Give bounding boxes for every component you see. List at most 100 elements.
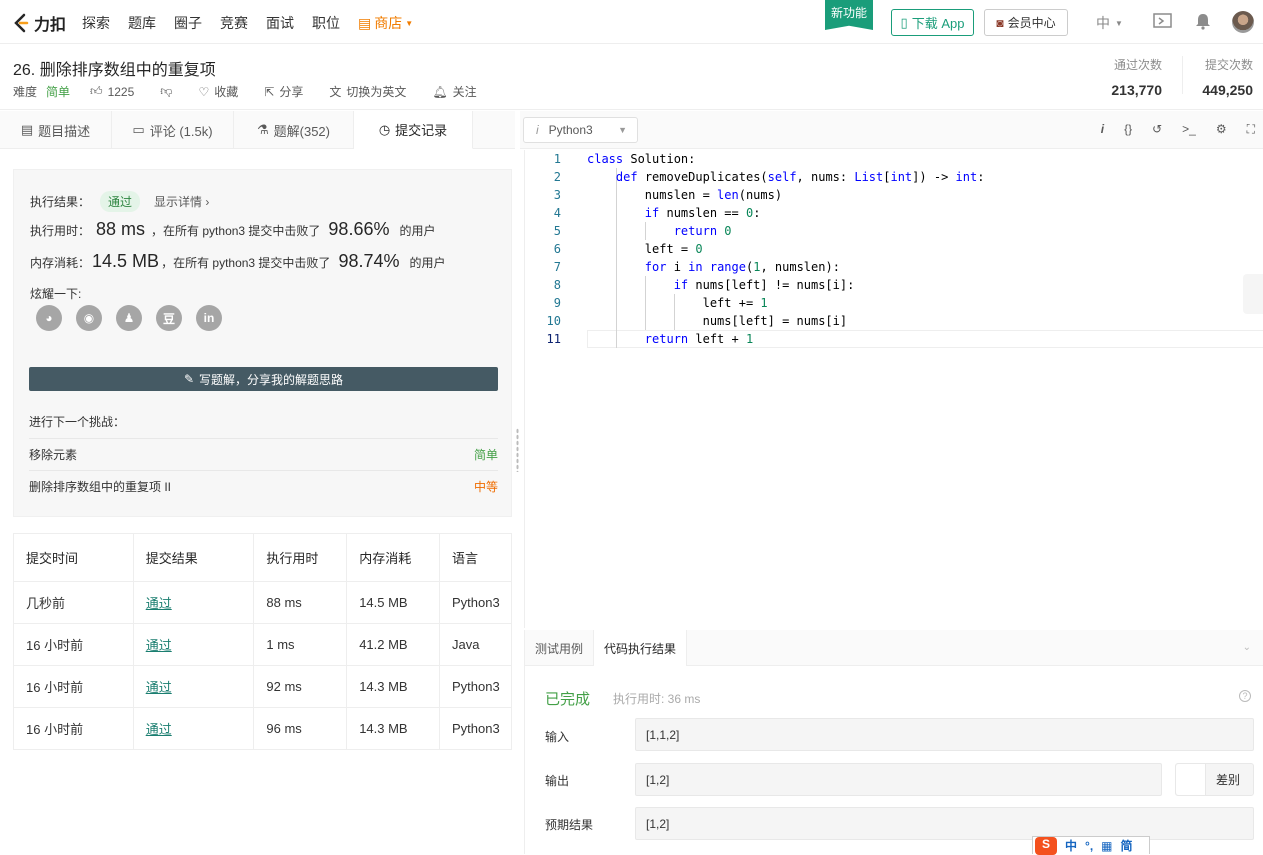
tab-solutions[interactable]: ⚗ 题解(352) bbox=[234, 111, 354, 149]
write-solution-button[interactable]: ✎ 写题解，分享我的解题思路 bbox=[29, 367, 498, 391]
linkedin-icon[interactable]: in bbox=[196, 305, 222, 331]
next-challenge-label: 进行下一个挑战： bbox=[29, 415, 126, 429]
like-button[interactable]: 👍︎ 1225 bbox=[90, 84, 134, 99]
result-label: 执行结果： bbox=[30, 195, 91, 209]
pane-resize-handle[interactable] bbox=[516, 428, 519, 472]
tab-label: 评论 (1.5k) bbox=[149, 123, 213, 139]
favorite-label: 收藏 bbox=[214, 85, 239, 99]
share-button[interactable]: ⇱ 分享 bbox=[264, 83, 303, 100]
runtime-text: ，在所有 python3 提交中击败了 bbox=[151, 224, 321, 238]
code-line[interactable]: 4 if numslen == 0: bbox=[525, 204, 1263, 222]
switch-english-button[interactable]: 文 切换为英文 bbox=[329, 83, 406, 100]
code-text: left = 0 bbox=[587, 242, 703, 256]
ime-simplified: 简 bbox=[1120, 839, 1133, 853]
braces-icon[interactable]: {} bbox=[1124, 122, 1132, 137]
language-switcher[interactable]: 中 ▼ bbox=[1096, 13, 1123, 33]
help-icon[interactable]: ? bbox=[1239, 690, 1251, 702]
input-label: 输入 bbox=[545, 730, 570, 744]
submissions-label: 提交次数 bbox=[1204, 58, 1253, 72]
wechat-icon[interactable]: ◕ bbox=[36, 305, 62, 331]
nav-store[interactable]: ▤ 商店 ▼ bbox=[358, 13, 413, 33]
playground-icon[interactable] bbox=[1153, 12, 1173, 30]
line-number: 3 bbox=[553, 188, 561, 202]
member-center-button[interactable]: ◙ 会员中心 bbox=[984, 9, 1068, 36]
code-line[interactable]: 5 return 0 bbox=[525, 222, 1263, 240]
info-icon[interactable]: i bbox=[1101, 122, 1104, 137]
next-challenge-item[interactable]: 移除元素 简单 bbox=[29, 438, 498, 470]
input-value: [1,1,2] bbox=[635, 718, 1254, 751]
nav-interview[interactable]: 面试 bbox=[266, 13, 294, 33]
code-line[interactable]: 2 def removeDuplicates(self, nums: List[… bbox=[525, 168, 1263, 186]
code-line[interactable]: 7 for i in range(1, numslen): bbox=[525, 258, 1263, 276]
download-app-button[interactable]: ▯ 下载 App bbox=[891, 9, 974, 36]
code-line[interactable]: 10 nums[left] = nums[i] bbox=[525, 312, 1263, 330]
runtime-row: 执行用时： 88 ms ，在所有 python3 提交中击败了 98.66% 的… bbox=[30, 219, 436, 240]
nav-explore[interactable]: 探索 bbox=[82, 13, 110, 33]
bell-icon[interactable] bbox=[1195, 12, 1211, 30]
console-tabs: 测试用例 代码执行结果 bbox=[525, 630, 1263, 666]
tab-submissions[interactable]: ◷ 提交记录 bbox=[354, 111, 473, 149]
user-avatar[interactable] bbox=[1232, 11, 1254, 33]
code-line[interactable]: 3 numslen = len(nums) bbox=[525, 186, 1263, 204]
code-line[interactable]: 6 left = 0 bbox=[525, 240, 1263, 258]
accepted-count: 213,770 bbox=[1111, 82, 1162, 98]
ime-keyboard: ▦ bbox=[1101, 838, 1113, 853]
result-card: 执行结果： 通过 显示详情 › 执行用时： 88 ms ，在所有 python3… bbox=[13, 169, 512, 517]
code-line[interactable]: 9 left += 1 bbox=[525, 294, 1263, 312]
code-editor[interactable]: 1 class Solution: 2 def removeDuplicates(s… bbox=[524, 150, 1263, 628]
code-line[interactable]: 8 if nums[left] != nums[i]: bbox=[525, 276, 1263, 294]
challenge-difficulty: 简单 bbox=[473, 448, 498, 462]
clock-icon: ◷ bbox=[378, 121, 391, 137]
code-text: if nums[left] != nums[i]: bbox=[673, 278, 855, 292]
submit-result-link[interactable]: 通过 bbox=[132, 665, 255, 708]
result-row: 执行结果： 通过 显示详情 › bbox=[30, 191, 209, 212]
code-text: return left + 1 bbox=[644, 332, 754, 346]
problem-title: 26. 删除排序数组中的重复项 bbox=[13, 62, 216, 79]
tab-run-result[interactable]: 代码执行结果 bbox=[594, 630, 688, 666]
language-select-value: Python3 bbox=[548, 123, 593, 137]
runtime-cell: 88 ms bbox=[253, 581, 348, 624]
ime-toolbar[interactable]: S 中 °, ▦ 简 bbox=[1032, 836, 1150, 855]
nav-problems[interactable]: 题库 bbox=[128, 13, 156, 33]
reset-icon[interactable]: ↺ bbox=[1152, 122, 1162, 137]
dislike-button[interactable]: 👎︎ bbox=[160, 84, 172, 99]
problem-header: 26. 删除排序数组中的重复项 难度 简单 👍︎ 1225 👎︎ ♡ 收藏 ⇱ … bbox=[0, 44, 1263, 110]
settings-icon[interactable]: ⚙ bbox=[1216, 122, 1227, 137]
tab-label: 提交记录 bbox=[395, 123, 448, 138]
tab-testcase[interactable]: 测试用例 bbox=[525, 630, 595, 666]
code-line[interactable]: 1 class Solution: bbox=[525, 150, 1263, 168]
expected-value: [1,2] bbox=[635, 807, 1254, 840]
nav-circle[interactable]: 圈子 bbox=[174, 13, 202, 33]
follow-button[interactable]: 🔔︎ 关注 bbox=[432, 83, 476, 100]
console-icon[interactable]: >_ bbox=[1182, 122, 1196, 137]
chevron-down-icon[interactable]: ⌄ bbox=[1243, 642, 1251, 653]
comment-icon: ▭ bbox=[132, 122, 145, 137]
logo[interactable]: 力扣 bbox=[12, 11, 66, 35]
memory-cell: 14.3 MB bbox=[346, 707, 440, 750]
member-center-label: 会员中心 bbox=[1007, 16, 1056, 30]
floating-side-tab[interactable] bbox=[1243, 274, 1263, 314]
qq-icon[interactable]: ♟ bbox=[116, 305, 142, 331]
language-cell: Java bbox=[439, 623, 512, 666]
code-text: for i in range(1, numslen): bbox=[644, 260, 840, 274]
submit-result-link[interactable]: 通过 bbox=[132, 707, 255, 750]
show-detail-link[interactable]: 显示详情 › bbox=[154, 193, 209, 210]
new-feature-ribbon[interactable]: 新功能 bbox=[825, 0, 873, 30]
runtime-suffix: 的用户 bbox=[399, 224, 436, 238]
difficulty-label: 难度 bbox=[13, 85, 38, 99]
favorite-button[interactable]: ♡ 收藏 bbox=[198, 83, 238, 100]
language-label: 中 bbox=[1096, 15, 1110, 31]
fullscreen-icon[interactable]: ⛶ bbox=[1247, 122, 1255, 137]
language-select[interactable]: i Python3 ▼ bbox=[523, 117, 638, 143]
tab-comments[interactable]: ▭ 评论 (1.5k) bbox=[112, 111, 234, 149]
nav-contest[interactable]: 竞赛 bbox=[220, 13, 248, 33]
code-line[interactable]: 11 return left + 1 bbox=[525, 330, 1263, 348]
douban-icon[interactable]: 豆 bbox=[156, 305, 182, 331]
tab-description[interactable]: ▤ 题目描述 bbox=[0, 111, 112, 149]
next-challenge-item[interactable]: 删除排序数组中的重复项 II 中等 bbox=[29, 470, 498, 502]
submit-result-link[interactable]: 通过 bbox=[132, 623, 255, 666]
submit-result-link[interactable]: 通过 bbox=[132, 581, 255, 624]
diff-toggle[interactable]: 差别 bbox=[1175, 763, 1254, 796]
weibo-icon[interactable]: ◉ bbox=[76, 305, 102, 331]
nav-jobs[interactable]: 职位 bbox=[312, 13, 340, 33]
